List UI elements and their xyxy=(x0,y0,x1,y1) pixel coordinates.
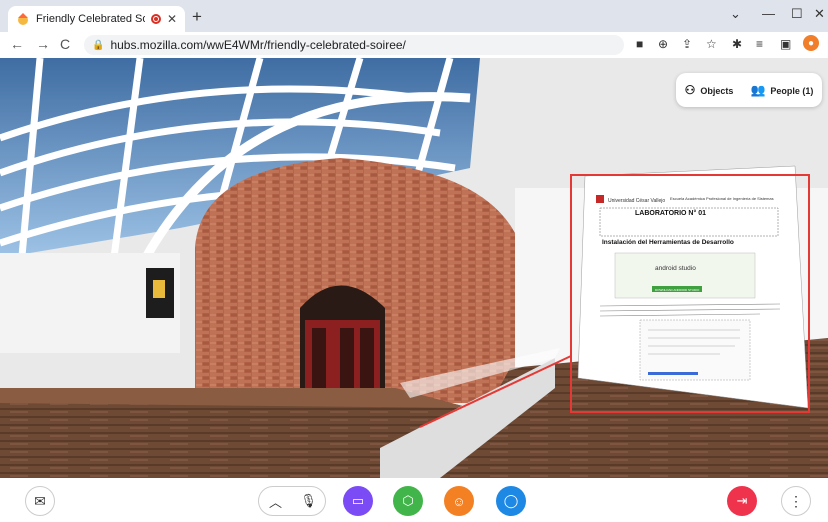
tab-title: Friendly Celebrated Soiree | xyxy=(36,13,145,25)
react-button[interactable]: ☺ xyxy=(444,486,474,516)
doc-title: LABORATORIO N° 01 xyxy=(635,209,706,217)
doc-header-right: Escuela Académica Profesional de Ingenie… xyxy=(670,196,774,201)
url-text: hubs.mozilla.com/wwE4WMr/friendly-celebr… xyxy=(110,38,406,52)
mic-button[interactable]: 🎙 xyxy=(292,487,325,515)
doc-download-label: DOWNLOAD ANDROID STUDIO xyxy=(655,288,700,292)
invite-button[interactable]: ✉ xyxy=(25,486,55,516)
chevron-up-icon: ︿ xyxy=(268,494,282,510)
doc-header-left: Universidad César Vallejo xyxy=(608,198,665,204)
browser-tab-strip: Friendly Celebrated Soiree | ✕ + ⌄ — ☐ ✕ xyxy=(0,0,828,32)
tab-close-icon[interactable]: ✕ xyxy=(167,12,177,26)
doc-android-studio: android studio xyxy=(655,265,696,272)
side-panel-icon[interactable]: ▣ xyxy=(780,37,791,51)
chat-bubble-icon: ◯ xyxy=(503,493,519,508)
maximize-button[interactable]: ☐ xyxy=(791,6,803,22)
exit-icon: ⇥ xyxy=(736,493,748,508)
doc-taskbar xyxy=(648,372,698,375)
chat-button[interactable]: ◯ xyxy=(496,486,526,516)
place-object-button[interactable]: ⬡ xyxy=(393,486,423,516)
people-label: People (1) xyxy=(770,86,814,96)
objects-button[interactable]: ⚇ Objects xyxy=(685,83,734,97)
wall-picture-figure xyxy=(153,280,165,298)
door-panel xyxy=(312,328,326,398)
reload-icon[interactable]: C xyxy=(60,36,70,52)
objects-label: Objects xyxy=(700,86,734,96)
profile-avatar[interactable]: ● xyxy=(803,35,819,51)
kebab-menu-icon: ⋮ xyxy=(789,492,803,509)
cube-icon: ⬡ xyxy=(402,493,414,508)
address-bar[interactable]: 🔒 hubs.mozilla.com/wwE4WMr/friendly-cele… xyxy=(84,35,624,55)
people-button[interactable]: 👥 People (1) xyxy=(750,83,813,97)
browser-tab[interactable]: Friendly Celebrated Soiree | ✕ xyxy=(8,6,185,32)
media-control-icon[interactable]: ≡ xyxy=(756,37,763,51)
install-app-icon[interactable]: ⊕ xyxy=(658,37,668,51)
tab-search-icon[interactable]: ⌄ xyxy=(730,6,741,22)
door-panel xyxy=(340,328,354,398)
share-screen-button[interactable]: ▭ xyxy=(343,486,373,516)
camera-icon[interactable]: ■ xyxy=(636,37,643,51)
back-icon[interactable]: ← xyxy=(10,36,24,52)
recording-indicator-icon xyxy=(150,14,161,24)
hubs-favicon-icon xyxy=(16,12,30,26)
objects-icon: ⚇ xyxy=(684,83,696,97)
floating-document[interactable]: Universidad César Vallejo Escuela Académ… xyxy=(577,165,809,409)
extensions-icon[interactable]: ✱ xyxy=(732,37,742,51)
people-icon: 👥 xyxy=(750,83,766,97)
microphone-icon: 🎙 xyxy=(300,493,317,508)
share-screen-icon: ▭ xyxy=(351,493,365,508)
hubs-bottom-bar: ✉ ︿ 🎙 ▭ ⬡ ☺ ◯ ⇥ ⋮ xyxy=(0,478,828,522)
close-window-button[interactable]: ✕ xyxy=(814,6,825,22)
doc-installer-screenshot xyxy=(639,319,751,381)
leave-button[interactable]: ⇥ xyxy=(727,486,757,516)
doc-subtitle: Instalación del Herramientas de Desarrol… xyxy=(602,239,734,246)
forward-icon[interactable]: → xyxy=(36,36,50,52)
objects-people-panel: ⚇ Objects 👥 People (1) xyxy=(676,73,822,107)
more-toggle-button[interactable]: ︿ xyxy=(259,487,292,515)
lock-icon: 🔒 xyxy=(92,39,105,51)
new-tab-button[interactable]: + xyxy=(192,8,202,25)
menu-button[interactable]: ⋮ xyxy=(781,486,811,516)
share-icon[interactable]: ⇪ xyxy=(682,37,692,51)
hubs-3d-scene[interactable]: Universidad César Vallejo Escuela Académ… xyxy=(0,58,828,478)
smile-icon: ☺ xyxy=(452,493,466,509)
minimize-button[interactable]: — xyxy=(762,6,775,21)
university-logo-icon xyxy=(596,195,604,203)
bookmark-star-icon[interactable]: ☆ xyxy=(706,37,717,51)
mic-controls: ︿ 🎙 xyxy=(258,486,326,516)
door-panel xyxy=(360,328,374,398)
browser-toolbar: ← → C 🔒 hubs.mozilla.com/wwE4WMr/friendl… xyxy=(0,32,828,59)
envelope-icon: ✉ xyxy=(34,492,46,509)
